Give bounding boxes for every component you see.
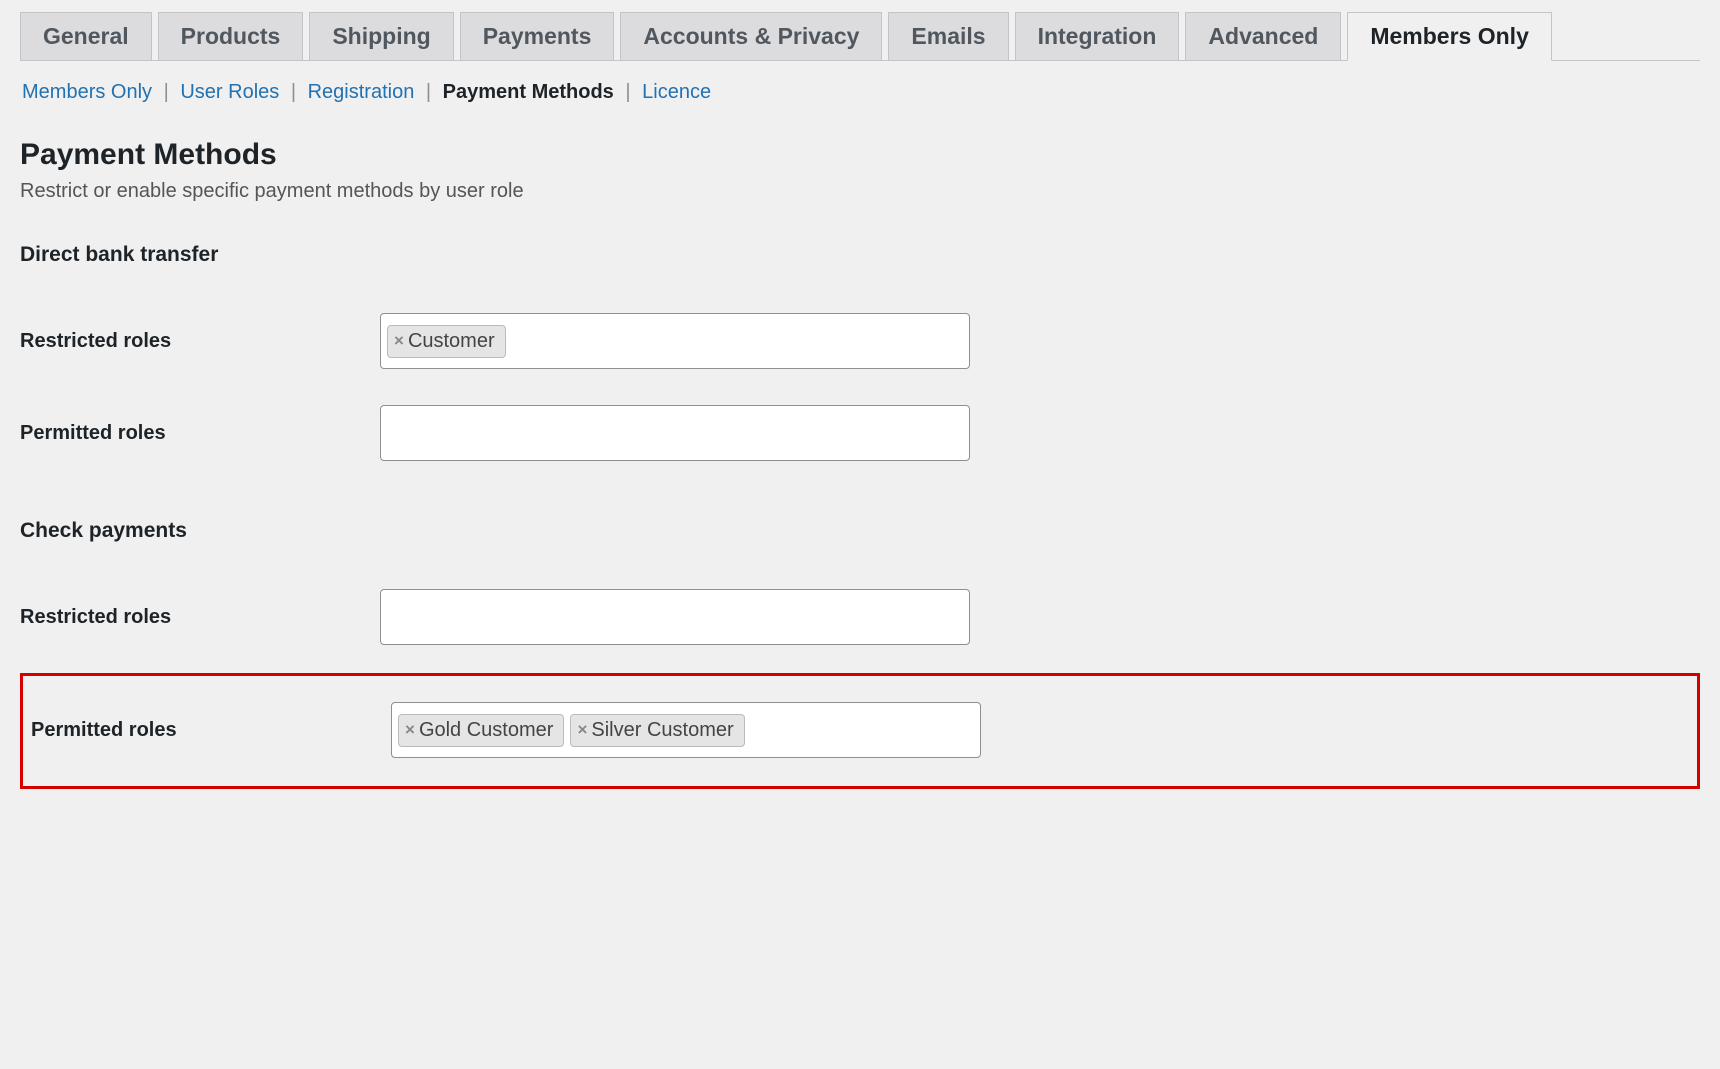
page-title: Payment Methods <box>20 138 1700 172</box>
row-cheque-restricted: Restricted roles <box>20 571 1700 663</box>
row-bacs-permitted: Permitted roles <box>20 387 1700 479</box>
tab-general[interactable]: General <box>20 12 152 60</box>
label-cheque-permitted: Permitted roles <box>31 719 391 742</box>
remove-tag-icon[interactable]: × <box>577 720 587 740</box>
tab-accounts-privacy[interactable]: Accounts & Privacy <box>620 12 882 60</box>
tab-members-only[interactable]: Members Only <box>1347 12 1552 61</box>
remove-tag-icon[interactable]: × <box>405 720 415 740</box>
row-cheque-permitted: Permitted roles × Gold Customer × Silver… <box>23 684 1697 776</box>
row-bacs-restricted: Restricted roles × Customer <box>20 295 1700 387</box>
page-description: Restrict or enable specific payment meth… <box>20 180 1700 203</box>
highlighted-row: Permitted roles × Gold Customer × Silver… <box>20 673 1700 789</box>
tag-customer[interactable]: × Customer <box>387 325 506 358</box>
subsub-user-roles[interactable]: User Roles <box>180 81 279 103</box>
label-cheque-restricted: Restricted roles <box>20 606 380 629</box>
label-bacs-permitted: Permitted roles <box>20 422 380 445</box>
subsub-separator: | <box>164 81 169 103</box>
subsub-licence[interactable]: Licence <box>642 81 711 103</box>
subsub-separator: | <box>625 81 630 103</box>
select-bacs-permitted[interactable] <box>380 405 970 461</box>
subsub-separator: | <box>291 81 296 103</box>
subsub-nav: Members Only | User Roles | Registration… <box>22 81 1700 104</box>
subsub-members-only[interactable]: Members Only <box>22 81 152 103</box>
tab-shipping[interactable]: Shipping <box>309 12 453 60</box>
gateway-section-cheque: Check payments Restricted roles Permitte… <box>20 519 1700 789</box>
tab-advanced[interactable]: Advanced <box>1185 12 1341 60</box>
select-cheque-restricted[interactable] <box>380 589 970 645</box>
settings-tabs: General Products Shipping Payments Accou… <box>20 12 1700 61</box>
label-bacs-restricted: Restricted roles <box>20 330 380 353</box>
select-bacs-restricted[interactable]: × Customer <box>380 313 970 369</box>
tag-label: Gold Customer <box>419 719 554 742</box>
tab-payments[interactable]: Payments <box>460 12 615 60</box>
tag-label: Silver Customer <box>591 719 733 742</box>
tag-gold-customer[interactable]: × Gold Customer <box>398 714 564 747</box>
tab-emails[interactable]: Emails <box>888 12 1008 60</box>
tab-integration[interactable]: Integration <box>1015 12 1180 60</box>
tab-products[interactable]: Products <box>158 12 304 60</box>
subsub-separator: | <box>426 81 431 103</box>
subsub-payment-methods[interactable]: Payment Methods <box>443 81 614 103</box>
subsub-registration[interactable]: Registration <box>308 81 415 103</box>
gateway-section-bacs: Direct bank transfer Restricted roles × … <box>20 243 1700 479</box>
gateway-heading-bacs: Direct bank transfer <box>20 243 1700 267</box>
gateway-heading-cheque: Check payments <box>20 519 1700 543</box>
select-cheque-permitted[interactable]: × Gold Customer × Silver Customer <box>391 702 981 758</box>
tag-silver-customer[interactable]: × Silver Customer <box>570 714 744 747</box>
tag-label: Customer <box>408 330 495 353</box>
remove-tag-icon[interactable]: × <box>394 331 404 351</box>
